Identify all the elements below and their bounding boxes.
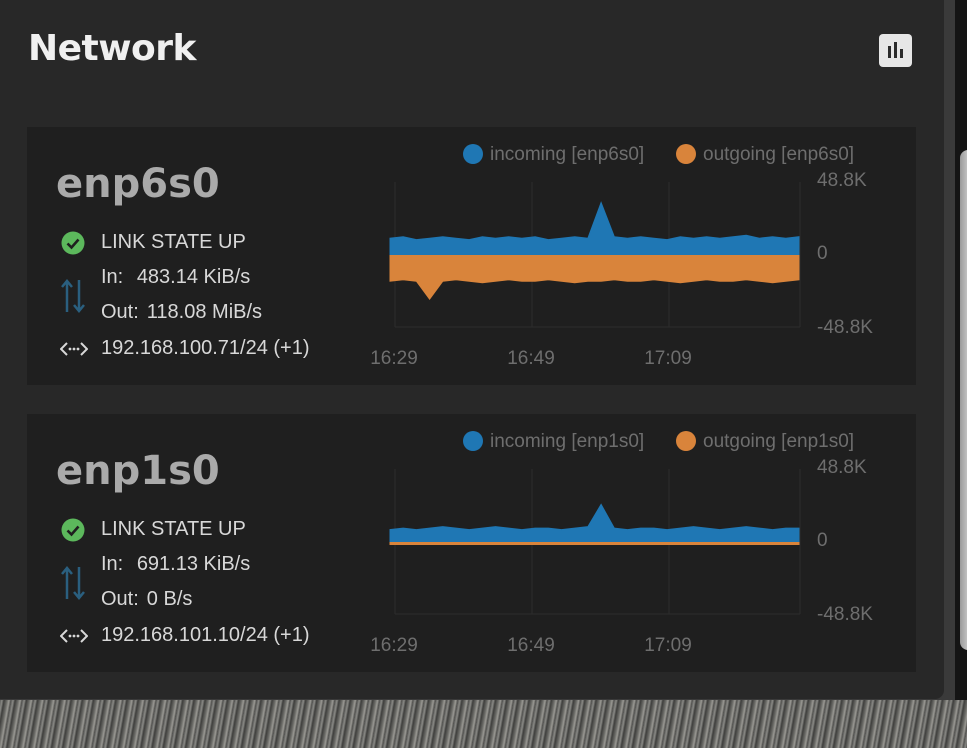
- legend-swatch: [463, 144, 483, 164]
- reports-button[interactable]: [879, 34, 912, 67]
- y-tick-label: 0: [817, 530, 828, 551]
- legend-swatch: [676, 431, 696, 451]
- x-tick-label: 16:29: [370, 348, 418, 369]
- legend-item[interactable]: incoming [enp6s0]: [463, 144, 644, 165]
- series-area-incoming: [389, 201, 800, 255]
- desktop-background: [0, 700, 967, 748]
- y-tick-label: 48.8K: [817, 170, 867, 191]
- legend-label: incoming [enp6s0]: [490, 144, 644, 165]
- legend-label: outgoing [enp1s0]: [703, 431, 854, 452]
- x-tick-label: 16:29: [370, 635, 418, 656]
- y-tick-label: -48.8K: [817, 604, 873, 625]
- x-tick-label: 16:49: [507, 348, 555, 369]
- legend-item[interactable]: outgoing [enp6s0]: [676, 144, 854, 165]
- legend-item[interactable]: outgoing [enp1s0]: [676, 431, 854, 452]
- x-tick-label: 16:49: [507, 635, 555, 656]
- y-tick-label: -48.8K: [817, 317, 873, 338]
- series-area-outgoing: [389, 254, 800, 300]
- interface-panel: enp1s0 LINK STATE UP In: 691.13 KiB/s Ou…: [27, 414, 916, 672]
- bar-chart-icon: [888, 42, 903, 58]
- y-tick-label: 0: [817, 243, 828, 264]
- legend-label: incoming [enp1s0]: [490, 431, 644, 452]
- legend-item[interactable]: incoming [enp1s0]: [463, 431, 644, 452]
- legend-swatch: [463, 431, 483, 451]
- card-title: Network: [28, 28, 196, 69]
- traffic-chart: 48.8K 0 -48.8K 16:29 16:49 17:09 incoming [enp…: [370, 144, 873, 369]
- interface-panel: enp6s0 LINK STATE UP In: 483.14 KiB/s Ou…: [27, 127, 916, 385]
- x-tick-label: 17:09: [644, 348, 692, 369]
- x-tick-label: 17:09: [644, 635, 692, 656]
- adjacent-card-edge: [955, 0, 967, 700]
- network-card: Network enp6s0 LINK STATE UP In: 483.14 …: [0, 0, 945, 700]
- traffic-chart: 48.8K 0 -48.8K 16:29 16:49 17:09 incoming [enp…: [370, 431, 873, 656]
- series-area-incoming: [389, 503, 800, 542]
- legend-swatch: [676, 144, 696, 164]
- legend-label: outgoing [enp6s0]: [703, 144, 854, 165]
- y-tick-label: 48.8K: [817, 457, 867, 478]
